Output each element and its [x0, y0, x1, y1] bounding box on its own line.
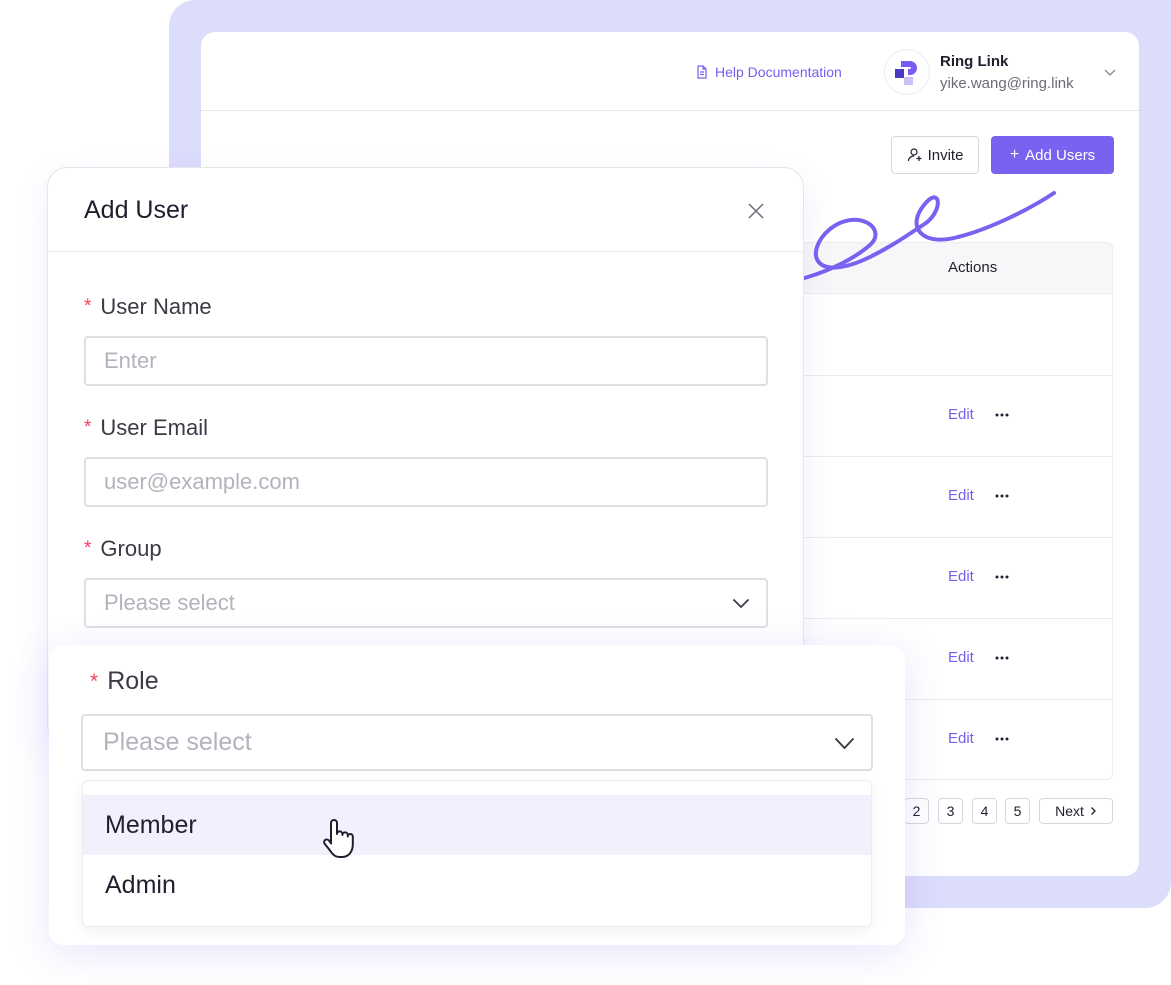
more-options-icon[interactable] [995, 575, 1009, 579]
edit-link[interactable]: Edit [948, 487, 974, 504]
user-name-input[interactable] [84, 336, 768, 386]
required-marker: * [84, 417, 92, 438]
chevron-right-icon [1090, 807, 1096, 815]
help-documentation-label: Help Documentation [715, 64, 842, 80]
edit-link[interactable]: Edit [948, 730, 974, 747]
table-row [802, 293, 1112, 375]
user-email-input[interactable] [84, 457, 768, 507]
role-label: * Role [90, 667, 159, 696]
add-users-label: Add Users [1025, 146, 1096, 164]
more-options-icon[interactable] [995, 494, 1009, 498]
table-row: Edit [802, 375, 1112, 456]
more-options-icon[interactable] [995, 656, 1009, 660]
group-label-text: Group [100, 536, 162, 561]
more-options-icon[interactable] [995, 413, 1009, 417]
modal-title: Add User [84, 196, 189, 224]
ring-link-logo-icon [895, 61, 917, 85]
chevron-down-icon [834, 737, 855, 750]
table-row: Edit [802, 537, 1112, 618]
role-field-card: * Role Please select Member Admin [49, 645, 905, 945]
group-select-placeholder: Please select [104, 590, 235, 615]
role-select[interactable]: Please select [81, 714, 873, 771]
page-4-button[interactable]: 4 [972, 798, 997, 824]
role-select-placeholder: Please select [103, 728, 252, 756]
user-email-label-text: User Email [100, 415, 208, 440]
invite-button[interactable]: Invite [891, 136, 979, 174]
next-page-button[interactable]: Next [1039, 798, 1113, 824]
chevron-down-icon [732, 598, 750, 609]
group-select[interactable]: Please select [84, 578, 768, 628]
close-icon[interactable] [745, 200, 767, 222]
add-user-icon [907, 148, 922, 162]
invite-label: Invite [927, 146, 964, 164]
role-option-admin[interactable]: Admin [83, 855, 871, 915]
role-dropdown-menu: Member Admin [82, 780, 872, 927]
edit-link[interactable]: Edit [948, 649, 974, 666]
table-row: Edit [802, 456, 1112, 537]
page-2-button[interactable]: 2 [904, 798, 929, 824]
role-label-text: Role [107, 667, 159, 695]
avatar[interactable] [884, 49, 930, 95]
plus-icon: + [1009, 146, 1020, 163]
more-options-icon[interactable] [995, 737, 1009, 741]
user-name-label: * User Name [84, 294, 212, 320]
edit-link[interactable]: Edit [948, 406, 974, 423]
required-marker: * [90, 669, 99, 693]
user-email-label: * User Email [84, 415, 208, 441]
account-email: yike.wang@ring.link [940, 75, 1074, 92]
required-marker: * [84, 296, 92, 317]
page-5-button[interactable]: 5 [1005, 798, 1030, 824]
edit-link[interactable]: Edit [948, 568, 974, 585]
app-header: Help Documentation Ring Link yike.wang@r… [201, 32, 1139, 111]
page-3-button[interactable]: 3 [938, 798, 963, 824]
help-documentation-link[interactable]: Help Documentation [695, 64, 842, 80]
user-name-label-text: User Name [100, 294, 212, 319]
role-option-member[interactable]: Member [83, 795, 871, 855]
pointer-hand-icon [323, 819, 354, 858]
chevron-down-icon[interactable] [1103, 67, 1117, 77]
next-label: Next [1055, 803, 1084, 819]
account-name: Ring Link [940, 53, 1009, 70]
modal-divider [48, 251, 803, 252]
document-icon [697, 65, 707, 79]
group-label: * Group [84, 536, 162, 562]
required-marker: * [84, 538, 92, 559]
add-users-button[interactable]: + Add Users [991, 136, 1114, 174]
